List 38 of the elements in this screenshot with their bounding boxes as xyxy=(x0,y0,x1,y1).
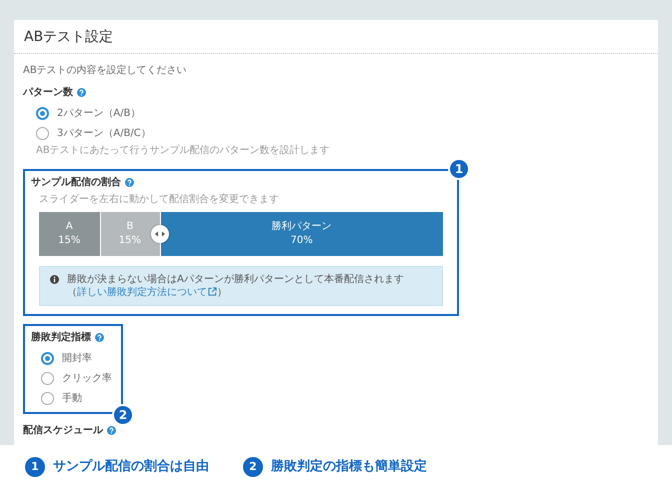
section-heading: パターン数 xyxy=(23,86,73,99)
section-heading: 配信スケジュール xyxy=(23,424,103,437)
option-label: クリック率 xyxy=(62,372,112,386)
option-label: 3パターン（A/B/C） xyxy=(57,126,151,140)
help-icon[interactable] xyxy=(95,333,104,342)
caption-number: 1 xyxy=(25,457,45,477)
segment-label: A xyxy=(66,220,73,234)
help-link[interactable]: 詳しい勝敗判定方法について xyxy=(77,287,217,298)
hint-text: スライダーを左右に動かして配信割合を変更できます xyxy=(39,193,280,206)
caption-text: サンプル配信の割合は自由 xyxy=(53,458,209,476)
info-text: 勝敗が決まらない場合はAパターンが勝利パターンとして本番配信されます （詳しい勝敗判定方法について ） xyxy=(67,273,405,299)
help-icon[interactable] xyxy=(125,178,134,187)
radio-button[interactable] xyxy=(41,392,54,404)
caption-number: 2 xyxy=(243,457,263,477)
hint-text: ABテストにあたって行うサンプル配信のパターン数を設計します xyxy=(35,144,331,157)
help-icon[interactable] xyxy=(107,426,116,435)
info-icon xyxy=(50,275,59,284)
callout-number: 2 xyxy=(112,404,134,426)
radio-button[interactable] xyxy=(41,352,54,364)
radio-button[interactable] xyxy=(36,106,49,120)
segment-value: 15% xyxy=(58,234,80,248)
help-icon[interactable] xyxy=(77,88,86,97)
callout-number: 1 xyxy=(448,158,470,180)
segment-label: B xyxy=(126,220,134,234)
segment-value: 70% xyxy=(290,234,313,248)
section-heading: サンプル配信の割合 xyxy=(31,176,121,189)
segment-value: 15% xyxy=(118,234,141,248)
option-label: 2パターン（A/B） xyxy=(57,106,140,120)
option-label: 手動 xyxy=(62,392,82,406)
panel-title: ABテスト設定 xyxy=(24,28,114,46)
segment-label: 勝利パターン xyxy=(272,220,332,234)
description-text: ABテストの内容を設定してください xyxy=(23,64,188,77)
external-link-icon xyxy=(208,287,217,296)
radio-button[interactable] xyxy=(41,372,54,384)
caption-text: 勝敗判定の指標も簡単設定 xyxy=(271,458,427,476)
option-label: 開封率 xyxy=(62,352,92,366)
section-heading: 勝敗判定指標 xyxy=(31,331,91,344)
radio-button[interactable] xyxy=(36,126,49,140)
